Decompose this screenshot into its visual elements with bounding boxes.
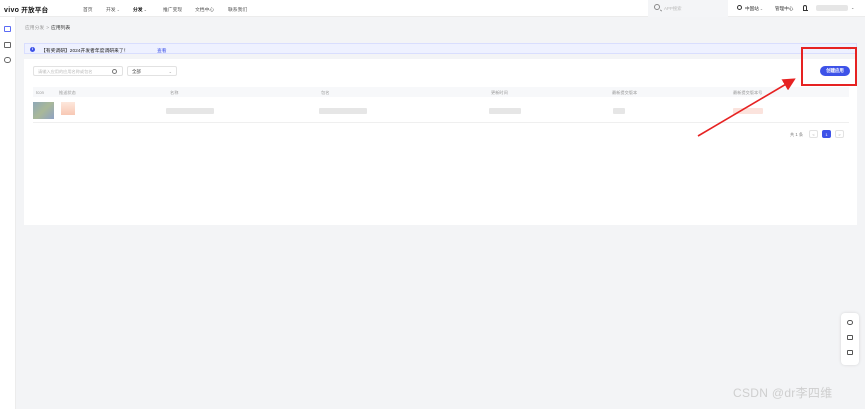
annotation-arrow — [697, 78, 796, 137]
watermark: CSDN @dr李四维 — [733, 386, 833, 400]
